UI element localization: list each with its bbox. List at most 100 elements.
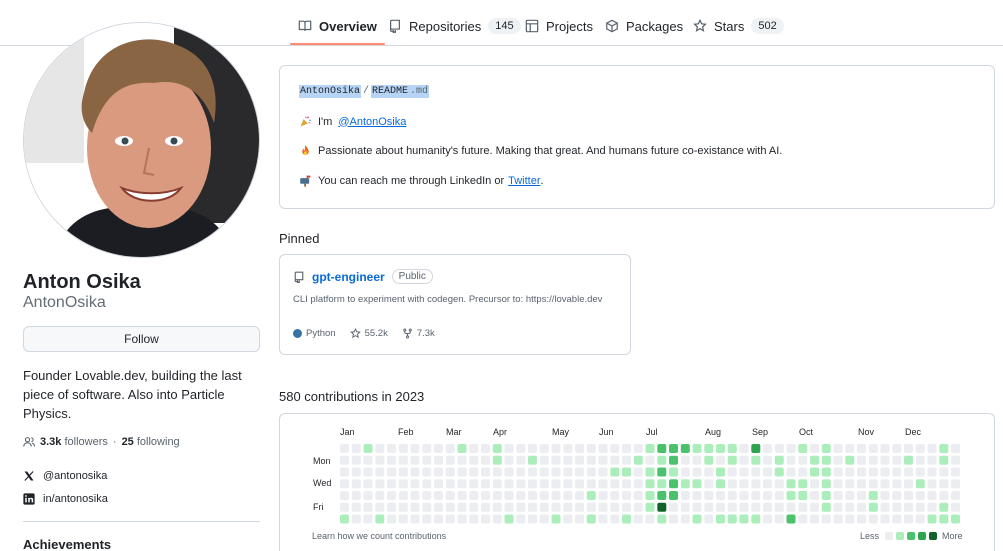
contribution-day[interactable]: [516, 467, 526, 477]
contribution-day[interactable]: [751, 444, 761, 453]
contribution-day[interactable]: [528, 491, 537, 500]
contribution-day[interactable]: [704, 455, 714, 465]
contribution-day[interactable]: [398, 479, 408, 489]
contribution-day[interactable]: [610, 491, 620, 500]
contribution-day[interactable]: [575, 455, 584, 465]
contribution-day[interactable]: [481, 467, 490, 477]
contribution-day[interactable]: [880, 467, 890, 477]
contribution-day[interactable]: [739, 467, 749, 477]
contribution-day[interactable]: [904, 491, 913, 500]
contribution-day[interactable]: [422, 514, 432, 524]
contribution-day[interactable]: [528, 514, 537, 524]
contribution-day[interactable]: [680, 479, 690, 489]
contribution-day[interactable]: [927, 479, 937, 489]
contribution-day[interactable]: [398, 444, 408, 453]
contribution-day[interactable]: [481, 479, 490, 489]
contribution-day[interactable]: [692, 479, 702, 489]
contribution-day[interactable]: [445, 444, 455, 453]
contribution-day[interactable]: [504, 479, 514, 489]
contribution-day[interactable]: [398, 491, 408, 500]
contribution-day[interactable]: [786, 514, 796, 524]
contribution-day[interactable]: [551, 444, 561, 453]
contribution-day[interactable]: [798, 455, 808, 465]
contribution-day[interactable]: [821, 455, 831, 465]
contribution-day[interactable]: [904, 514, 913, 524]
contribution-day[interactable]: [739, 491, 749, 500]
contribution-day[interactable]: [528, 502, 537, 512]
contribution-day[interactable]: [469, 444, 479, 453]
contribution-day[interactable]: [492, 455, 502, 465]
contribution-day[interactable]: [774, 467, 784, 477]
contribution-day[interactable]: [516, 479, 526, 489]
tab-stars[interactable]: Stars 502: [685, 8, 792, 44]
repo-stars-link[interactable]: 55.2k: [349, 328, 388, 339]
contribution-day[interactable]: [340, 502, 349, 512]
contribution-day[interactable]: [774, 479, 784, 489]
contribution-day[interactable]: [857, 467, 866, 477]
contribution-day[interactable]: [598, 455, 608, 465]
contribution-day[interactable]: [610, 467, 620, 477]
contribution-day[interactable]: [539, 467, 549, 477]
contribution-day[interactable]: [763, 444, 772, 453]
contribution-day[interactable]: [657, 491, 667, 500]
contribution-day[interactable]: [633, 502, 643, 512]
social-linkedin[interactable]: in/antonosika: [23, 493, 108, 505]
contribution-day[interactable]: [375, 514, 385, 524]
contribution-day[interactable]: [387, 479, 396, 489]
contribution-day[interactable]: [857, 444, 866, 453]
contribution-day[interactable]: [457, 444, 467, 453]
follow-button[interactable]: Follow: [23, 326, 260, 352]
contribution-day[interactable]: [434, 455, 443, 465]
contribution-day[interactable]: [857, 502, 866, 512]
contribution-day[interactable]: [387, 444, 396, 453]
contribution-day[interactable]: [410, 479, 420, 489]
contribution-day[interactable]: [645, 502, 655, 512]
contribution-day[interactable]: [551, 491, 561, 500]
contribution-day[interactable]: [833, 455, 843, 465]
contribution-day[interactable]: [633, 444, 643, 453]
learn-contributions-link[interactable]: Learn how we count contributions: [312, 531, 446, 541]
contribution-day[interactable]: [951, 467, 960, 477]
contribution-day[interactable]: [798, 467, 808, 477]
contribution-day[interactable]: [786, 467, 796, 477]
contribution-day[interactable]: [539, 444, 549, 453]
contribution-day[interactable]: [551, 514, 561, 524]
contribution-day[interactable]: [680, 502, 690, 512]
readme-file-link[interactable]: README: [371, 85, 410, 98]
contribution-day[interactable]: [868, 444, 878, 453]
contribution-day[interactable]: [716, 455, 725, 465]
contribution-day[interactable]: [939, 491, 949, 500]
contribution-day[interactable]: [610, 502, 620, 512]
contribution-day[interactable]: [774, 444, 784, 453]
contribution-day[interactable]: [351, 467, 361, 477]
contribution-day[interactable]: [810, 514, 819, 524]
contribution-day[interactable]: [904, 502, 913, 512]
contribution-day[interactable]: [669, 455, 678, 465]
contribution-day[interactable]: [516, 455, 526, 465]
contribution-day[interactable]: [669, 491, 678, 500]
contribution-day[interactable]: [798, 444, 808, 453]
contribution-day[interactable]: [751, 514, 761, 524]
contribution-day[interactable]: [422, 467, 432, 477]
contribution-day[interactable]: [492, 467, 502, 477]
contribution-day[interactable]: [622, 514, 631, 524]
contribution-day[interactable]: [492, 479, 502, 489]
contribution-day[interactable]: [915, 467, 925, 477]
contribution-day[interactable]: [845, 479, 855, 489]
contribution-day[interactable]: [551, 455, 561, 465]
contribution-day[interactable]: [563, 455, 573, 465]
contribution-day[interactable]: [363, 444, 373, 453]
contribution-day[interactable]: [727, 491, 737, 500]
contribution-day[interactable]: [727, 479, 737, 489]
contribution-day[interactable]: [798, 491, 808, 500]
contribution-day[interactable]: [939, 444, 949, 453]
contribution-day[interactable]: [786, 491, 796, 500]
contribution-day[interactable]: [575, 467, 584, 477]
contribution-day[interactable]: [340, 444, 349, 453]
contribution-day[interactable]: [692, 491, 702, 500]
contribution-day[interactable]: [363, 491, 373, 500]
contribution-day[interactable]: [821, 444, 831, 453]
contribution-day[interactable]: [598, 467, 608, 477]
contribution-day[interactable]: [927, 455, 937, 465]
contribution-day[interactable]: [528, 444, 537, 453]
